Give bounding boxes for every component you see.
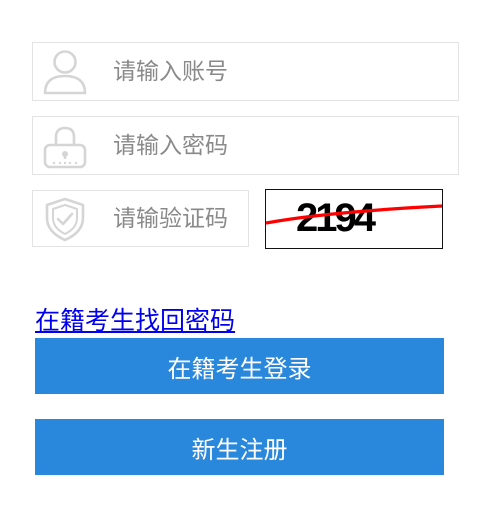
captcha-input[interactable] — [113, 191, 243, 246]
register-button[interactable]: 新生注册 — [35, 419, 444, 475]
password-field[interactable] — [32, 116, 459, 175]
login-panel: 2194 在籍考生找回密码 在籍考生登录 新生注册 — [0, 0, 482, 512]
captcha-field[interactable] — [32, 190, 249, 247]
user-icon — [41, 49, 89, 95]
password-input[interactable] — [113, 117, 443, 174]
captcha-image[interactable]: 2194 — [265, 189, 443, 249]
account-field[interactable] — [32, 42, 459, 101]
account-input[interactable] — [113, 43, 443, 100]
forgot-password-link[interactable]: 在籍考生找回密码 — [35, 304, 235, 338]
shield-icon — [41, 196, 89, 242]
login-button[interactable]: 在籍考生登录 — [35, 338, 444, 394]
lock-icon — [41, 123, 89, 169]
